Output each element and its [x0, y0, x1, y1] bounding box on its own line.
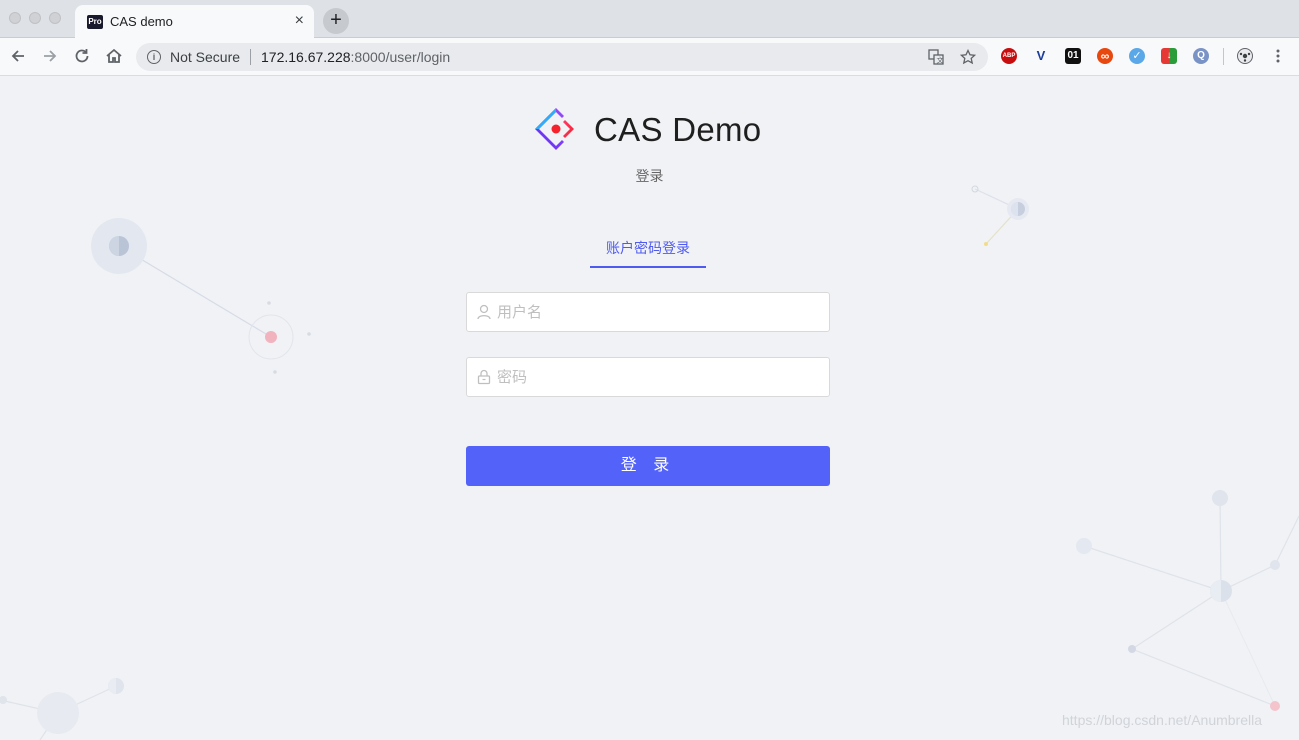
watermark-text: https://blog.csdn.net/Anumbrella	[1062, 712, 1263, 728]
quicktime-extension-icon[interactable]: Q	[1193, 48, 1209, 64]
window-close-button[interactable]	[9, 12, 21, 24]
home-icon[interactable]	[104, 46, 124, 66]
security-label[interactable]: Not Secure	[170, 49, 240, 65]
tab-favicon-icon: Pro	[87, 15, 103, 29]
toolbar-divider	[1223, 48, 1224, 65]
browser-tab[interactable]: Pro CAS demo ×	[75, 5, 314, 39]
page-subtitle: 登录	[635, 168, 664, 184]
new-tab-button[interactable]: +	[323, 8, 349, 34]
address-bar[interactable]: i Not Secure 172.16.67.228:8000/user/log…	[136, 43, 988, 71]
login-button[interactable]: 登 录	[466, 446, 830, 486]
back-icon[interactable]	[8, 46, 28, 66]
svg-text:文: 文	[937, 56, 944, 65]
vimium-extension-icon[interactable]: V	[1033, 48, 1049, 64]
user-icon	[477, 304, 491, 320]
username-input[interactable]	[497, 293, 817, 331]
tab-close-icon[interactable]: ×	[295, 12, 304, 30]
binary-extension-icon[interactable]: 01	[1065, 48, 1081, 64]
tab-title: CAS demo	[110, 14, 173, 29]
ant-design-logo-icon	[535, 108, 574, 150]
username-field[interactable]	[466, 292, 830, 332]
translate-icon[interactable]: 文	[928, 49, 944, 69]
forward-icon[interactable]	[40, 46, 60, 66]
browser-menu-icon[interactable]	[1270, 48, 1286, 64]
window-minimize-button[interactable]	[29, 12, 41, 24]
password-input[interactable]	[497, 358, 817, 396]
browser-tabstrip: Pro CAS demo × +	[0, 0, 1299, 39]
bookmark-star-icon[interactable]	[959, 48, 977, 69]
profile-avatar-icon[interactable]	[1237, 48, 1253, 64]
login-page: CAS Demo 登录 账户密码登录 登 录 https://blog.csdn…	[0, 76, 1299, 740]
reload-icon[interactable]	[72, 46, 92, 66]
url-divider	[250, 49, 251, 65]
colorful-extension-icon[interactable]: ↓	[1161, 48, 1177, 64]
url-text[interactable]: 172.16.67.228:8000/user/login	[261, 49, 450, 65]
info-icon[interactable]: i	[147, 50, 161, 64]
password-field[interactable]	[466, 357, 830, 397]
url-host: 172.16.67.228	[261, 49, 351, 65]
brand-title: CAS Demo	[594, 111, 762, 148]
window-zoom-button[interactable]	[49, 12, 61, 24]
adblock-extension-icon[interactable]: ABP	[1001, 48, 1017, 64]
url-path: :8000/user/login	[350, 49, 451, 65]
tab-account-password-login[interactable]: 账户密码登录	[590, 238, 706, 268]
check-extension-icon[interactable]: ✓	[1129, 48, 1145, 64]
lock-icon	[477, 369, 491, 385]
infinity-extension-icon[interactable]: ∞	[1097, 48, 1113, 64]
